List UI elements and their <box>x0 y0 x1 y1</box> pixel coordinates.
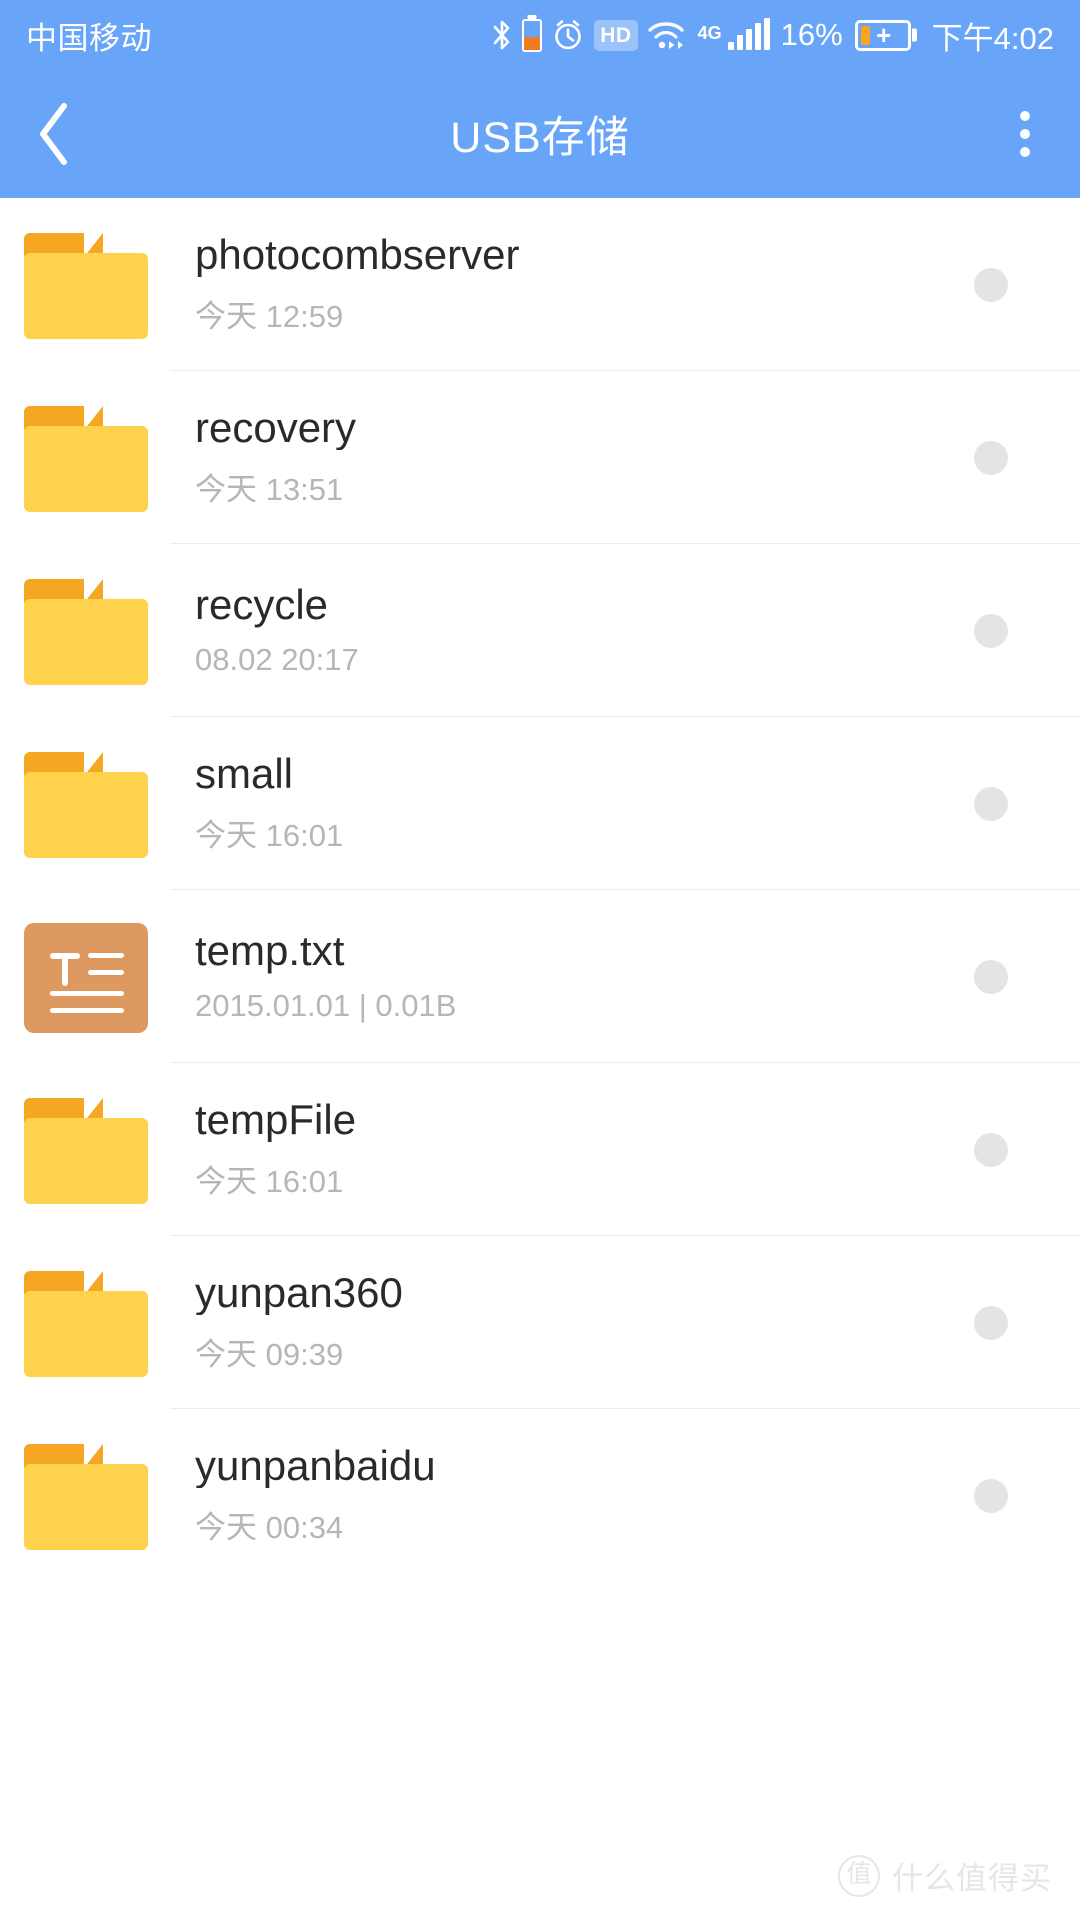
select-indicator[interactable] <box>974 959 1008 994</box>
file-name: yunpan360 <box>195 1270 403 1316</box>
file-timestamp: 今天 12:59 <box>195 299 344 335</box>
chevron-left-icon <box>33 101 77 167</box>
file-name: yunpanbaidu <box>195 1443 436 1489</box>
watermark: 值 什么值得买 <box>838 1853 1052 1898</box>
signal-bars-icon <box>727 18 770 50</box>
battery-percent-label: 16% <box>780 17 843 52</box>
overflow-menu-button[interactable] <box>970 70 1080 198</box>
table-row[interactable]: recycle 08.02 20:17 <box>0 544 1080 717</box>
hd-icon: HD <box>594 19 638 51</box>
page-title: USB存储 <box>450 114 630 162</box>
file-timestamp: 今天 09:39 <box>195 1337 344 1373</box>
file-meta: photocombserver 今天 12:59 <box>195 233 974 336</box>
select-indicator[interactable] <box>974 613 1008 648</box>
table-row[interactable]: small 今天 16:01 <box>0 717 1080 890</box>
more-vertical-icon <box>1020 129 1030 139</box>
network-type-label: 4G <box>697 22 722 43</box>
file-meta: tempFile 今天 16:01 <box>195 1098 974 1201</box>
table-row[interactable]: yunpanbaidu 今天 00:34 <box>0 1409 1080 1582</box>
file-meta: recovery 今天 13:51 <box>195 406 974 509</box>
folder-icon <box>24 742 148 866</box>
file-meta: yunpanbaidu 今天 00:34 <box>195 1444 974 1547</box>
file-timestamp: 今天 16:01 <box>195 1164 344 1200</box>
file-timestamp: 今天 00:34 <box>195 1510 344 1546</box>
table-row[interactable]: tempFile 今天 16:01 <box>0 1063 1080 1236</box>
folder-icon <box>24 569 148 693</box>
select-indicator[interactable] <box>974 1132 1008 1167</box>
device-battery-icon <box>522 18 543 52</box>
folder-icon <box>24 223 148 347</box>
table-row[interactable]: photocombserver 今天 12:59 <box>0 198 1080 371</box>
folder-icon <box>24 1261 148 1385</box>
clock-label: 下午4:02 <box>931 20 1054 56</box>
folder-icon <box>24 396 148 520</box>
file-name: recovery <box>195 405 357 451</box>
file-timestamp: 今天 16:01 <box>195 818 344 854</box>
select-indicator[interactable] <box>974 1478 1008 1513</box>
folder-icon <box>24 1088 148 1212</box>
battery-charging-icon: + <box>854 19 911 51</box>
wifi-icon <box>647 18 689 52</box>
file-name: tempFile <box>195 1097 357 1143</box>
file-name: recycle <box>195 583 329 628</box>
status-icons-group: HD 4G 16% + 下午4:02 <box>491 13 1054 58</box>
more-vertical-icon <box>1020 147 1030 157</box>
file-meta: small 今天 16:01 <box>195 752 974 855</box>
select-indicator[interactable] <box>974 1305 1008 1340</box>
select-indicator[interactable] <box>974 440 1008 475</box>
watermark-logo: 值 <box>838 1854 880 1897</box>
bluetooth-icon <box>491 18 513 52</box>
text-file-icon <box>24 915 148 1039</box>
file-timestamp: 2015.01.01 | 0.01B <box>195 987 457 1023</box>
table-row[interactable]: yunpan360 今天 09:39 <box>0 1236 1080 1409</box>
file-meta: yunpan360 今天 09:39 <box>195 1271 974 1374</box>
file-timestamp: 08.02 20:17 <box>195 641 359 677</box>
alarm-clock-icon <box>551 18 585 52</box>
table-row[interactable]: temp.txt 2015.01.01 | 0.01B <box>0 890 1080 1063</box>
watermark-text: 什么值得买 <box>892 1861 1052 1896</box>
table-row[interactable]: recovery 今天 13:51 <box>0 371 1080 544</box>
back-button[interactable] <box>0 70 110 198</box>
select-indicator[interactable] <box>974 786 1008 821</box>
file-timestamp: 今天 13:51 <box>195 472 344 508</box>
file-name: temp.txt <box>195 929 345 974</box>
app-bar: USB存储 <box>0 70 1080 198</box>
status-bar: 中国移动 HD 4G 16% + 下午4:02 <box>0 0 1080 70</box>
file-meta: temp.txt 2015.01.01 | 0.01B <box>195 929 974 1023</box>
carrier-label: 中国移动 <box>26 20 152 56</box>
file-meta: recycle 08.02 20:17 <box>195 583 974 677</box>
file-list: photocombserver 今天 12:59 recovery 今天 13:… <box>0 198 1080 1582</box>
file-name: photocombserver <box>195 232 520 278</box>
more-vertical-icon <box>1020 111 1030 121</box>
select-indicator[interactable] <box>974 267 1008 302</box>
file-name: small <box>195 751 294 797</box>
folder-icon <box>24 1434 148 1558</box>
